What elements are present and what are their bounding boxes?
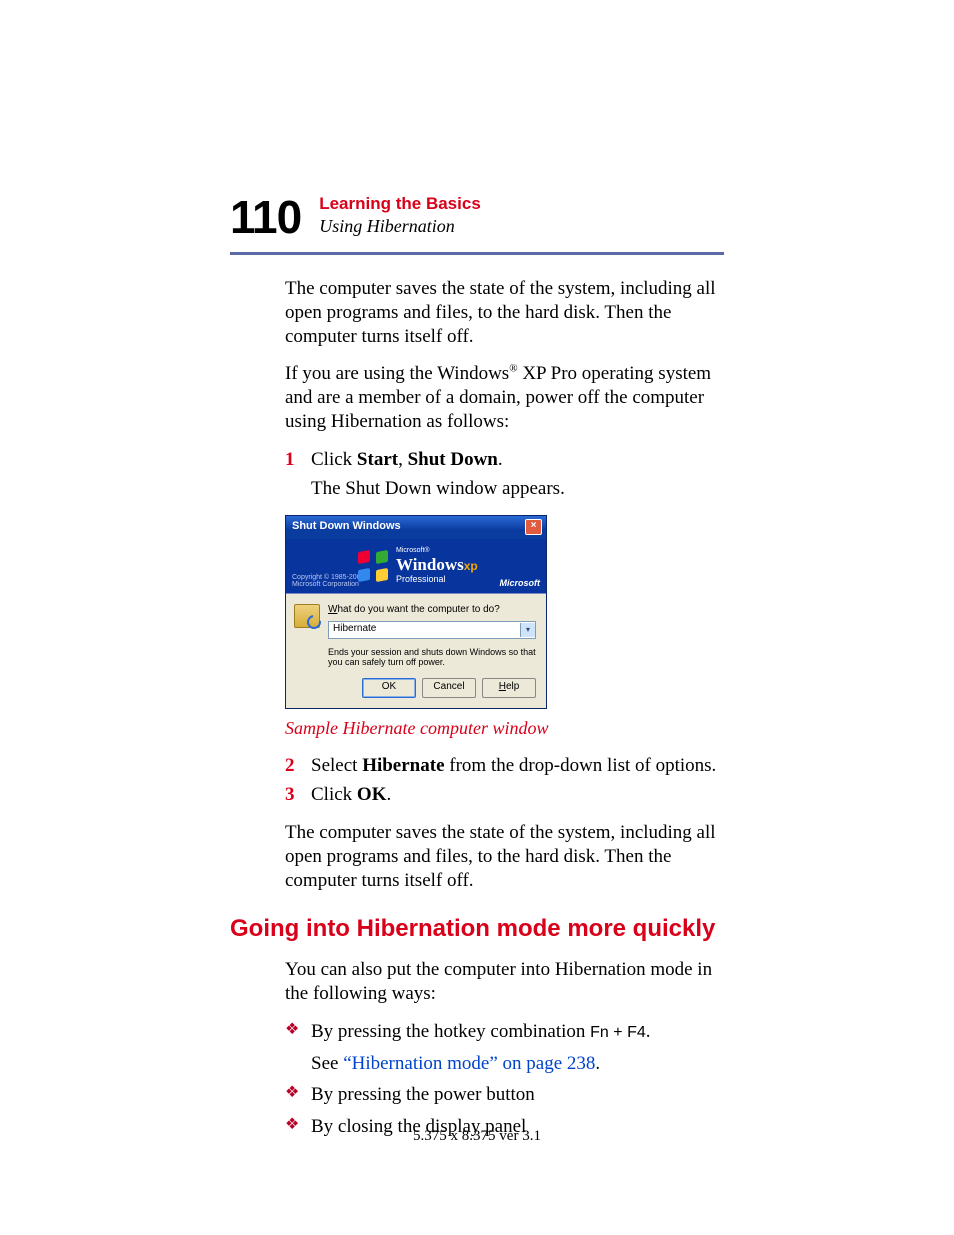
step-number: 3 <box>285 783 311 807</box>
step-number: 1 <box>285 448 311 472</box>
paragraph: If you are using the Windows® XP Pro ope… <box>285 362 724 433</box>
text: Click <box>311 449 357 470</box>
paragraph: The computer saves the state of the syst… <box>285 821 724 892</box>
dialog-description: Ends your session and shuts down Windows… <box>328 647 536 669</box>
list-item: ❖ By pressing the power button <box>285 1083 724 1107</box>
numbered-list: 1 Click Start, Shut Down. The Shut Down … <box>285 448 724 502</box>
text: Windows <box>396 555 464 574</box>
step-subtext: The Shut Down window appears. <box>311 477 724 501</box>
text: elp <box>506 681 519 692</box>
shutdown-icon <box>294 604 320 628</box>
text: See <box>311 1053 343 1074</box>
dialog-titlebar: Shut Down Windows × <box>286 516 546 539</box>
list-item: 2 Select Hibernate from the drop-down li… <box>285 754 724 778</box>
step-text: Click OK. <box>311 783 724 807</box>
text: Professional <box>396 574 478 585</box>
copyright-text: Copyright © 1985-2001 Microsoft Corporat… <box>292 574 364 589</box>
step-text: Select Hibernate from the drop-down list… <box>311 754 724 778</box>
text: . <box>646 1021 651 1042</box>
list-item: ❖ By pressing the hotkey combination Fn … <box>285 1020 724 1044</box>
page: 110 Learning the Basics Using Hibernatio… <box>0 0 954 1235</box>
page-number: 110 <box>230 194 301 240</box>
bold-text: Shut Down <box>408 449 498 470</box>
dialog-question: What do you want the computer to do? <box>328 604 536 617</box>
list-item: 1 Click Start, Shut Down. <box>285 448 724 472</box>
text: Select <box>311 755 362 776</box>
paragraph: The computer saves the state of the syst… <box>285 277 724 348</box>
page-header: 110 Learning the Basics Using Hibernatio… <box>230 194 724 240</box>
text: H <box>499 681 506 692</box>
text: Microsoft <box>500 578 541 589</box>
text: from the drop-down list of options. <box>445 755 717 776</box>
text: Click <box>311 784 357 805</box>
text: Microsoft Corporation <box>292 581 364 589</box>
chapter-title: Learning the Basics <box>319 194 481 214</box>
help-button[interactable]: Help <box>482 678 536 698</box>
text: hat do you want the computer to do? <box>337 604 499 615</box>
dialog-title: Shut Down Windows <box>292 520 401 534</box>
bullet-text: By pressing the hotkey combination Fn + … <box>311 1020 724 1044</box>
bold-text: Start <box>357 449 398 470</box>
section-heading: Going into Hibernation mode more quickly <box>230 914 724 944</box>
cancel-button[interactable]: Cancel <box>422 678 476 698</box>
page-footer: 5.375 x 8.375 ver 3.1 <box>0 1128 954 1145</box>
dialog-buttons: OK Cancel Help <box>286 674 546 708</box>
select-value: Hibernate <box>333 623 376 636</box>
windows-flag-icon <box>358 551 388 581</box>
close-icon[interactable]: × <box>525 519 542 535</box>
brand-text: Microsoft® Windowsxp Professional <box>396 547 478 586</box>
registered-mark: ® <box>509 363 517 375</box>
paragraph: You can also put the computer into Hiber… <box>285 958 724 1006</box>
shutdown-dialog-figure: Shut Down Windows × Copyright © 1985-200… <box>285 515 547 709</box>
chevron-down-icon[interactable]: ▾ <box>520 623 535 637</box>
text: , <box>398 449 408 470</box>
header-text: Learning the Basics Using Hibernation <box>319 194 481 237</box>
bold-text: OK <box>357 784 387 805</box>
figure-caption: Sample Hibernate computer window <box>285 717 724 740</box>
header-rule <box>230 252 724 255</box>
subchapter-title: Using Hibernation <box>319 216 481 237</box>
bullet-text: By pressing the power button <box>311 1083 724 1107</box>
body-column: The computer saves the state of the syst… <box>285 277 724 1139</box>
text: By pressing the hotkey combination <box>311 1021 590 1042</box>
list-item: 3 Click OK. <box>285 783 724 807</box>
action-select[interactable]: Hibernate ▾ <box>328 621 536 639</box>
step-text: Click Start, Shut Down. <box>311 448 724 472</box>
diamond-bullet-icon: ❖ <box>285 1083 311 1107</box>
text: . <box>498 449 503 470</box>
dialog-form: What do you want the computer to do? Hib… <box>328 604 536 668</box>
key-combo: Fn + F4 <box>590 1024 646 1041</box>
numbered-list: 2 Select Hibernate from the drop-down li… <box>285 754 724 808</box>
ok-button[interactable]: OK <box>362 678 416 698</box>
text: If you are using the Windows <box>285 363 509 384</box>
text: xp <box>464 559 478 573</box>
dialog-banner: Copyright © 1985-2001 Microsoft Corporat… <box>286 539 546 594</box>
diamond-bullet-icon: ❖ <box>285 1020 311 1044</box>
dialog-body: What do you want the computer to do? Hib… <box>286 594 546 674</box>
bold-text: Hibernate <box>362 755 444 776</box>
bullet-subtext: See “Hibernation mode” on page 238. <box>311 1052 724 1076</box>
text: . <box>386 784 391 805</box>
text: . <box>595 1053 600 1074</box>
step-number: 2 <box>285 754 311 778</box>
cross-reference-link[interactable]: “Hibernation mode” on page 238 <box>343 1053 595 1074</box>
text: Copyright © 1985-2001 <box>292 574 364 582</box>
